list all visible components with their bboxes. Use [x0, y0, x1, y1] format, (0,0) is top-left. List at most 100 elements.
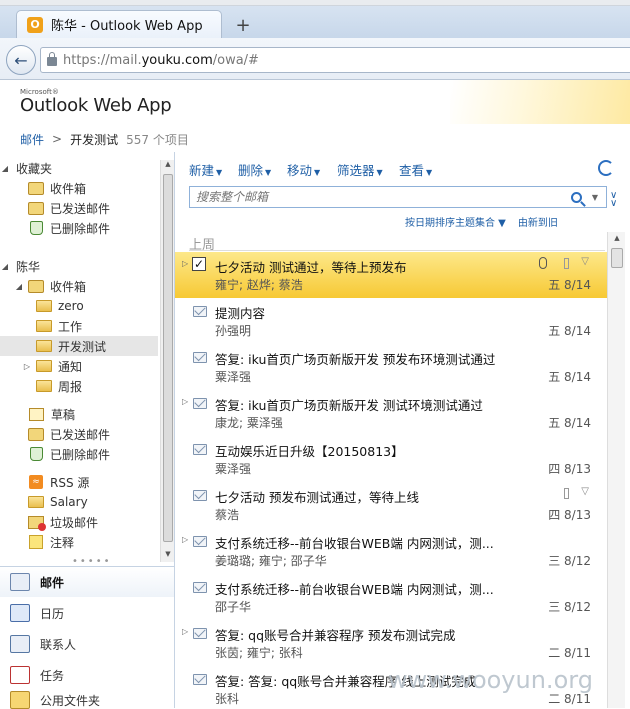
category-icon[interactable]: ▽ [581, 486, 589, 497]
favorites-header[interactable]: ◢ 收藏夹 [0, 158, 158, 178]
sidebar-item-junk[interactable]: 垃圾邮件 [0, 512, 158, 532]
tab-title: 陈华 - Outlook Web App [51, 19, 203, 34]
search-box[interactable]: ▼ [189, 186, 607, 208]
message-date: 三 8/12 [548, 554, 591, 568]
scroll-thumb[interactable] [611, 248, 623, 268]
url-prefix: https://mail. [63, 52, 142, 68]
scroll-up-icon[interactable]: ▲ [161, 160, 175, 172]
module-contacts[interactable]: 联系人 [0, 629, 174, 659]
message-date: 四 8/13 [548, 462, 591, 476]
folder-scrollbar[interactable]: ▲ ▼ [160, 160, 174, 562]
message-row[interactable]: ▷ 支付系统迁移--前台收银台WEB端 内网测试，测... 姜璐璐; 雍宁; 邵… [175, 528, 607, 574]
envelope-icon [193, 490, 207, 501]
new-button[interactable]: 新建 ▼ [189, 160, 222, 178]
trash-icon [30, 221, 43, 235]
new-tab-button[interactable]: + [232, 16, 254, 36]
toolbar: 新建 ▼ 删除 ▼ 移动 ▼ 筛选器 ▼ 查看 ▼ [175, 152, 630, 186]
module-tasks[interactable]: 任务 [0, 660, 174, 690]
delete-button[interactable]: 删除 ▼ [238, 160, 271, 178]
envelope-icon [193, 444, 207, 455]
outlook-icon: O [27, 16, 43, 33]
search-icon[interactable] [570, 191, 582, 203]
module-public-folders[interactable]: 公用文件夹 [0, 691, 174, 709]
expand-icon[interactable]: ▷ [182, 397, 188, 406]
scroll-thumb[interactable] [163, 174, 173, 542]
message-subject: 支付系统迁移--前台收银台WEB端 内网测试，测... [215, 582, 494, 597]
sidebar-item-deleted[interactable]: 已删除邮件 [0, 444, 158, 464]
chevron-down-icon[interactable]: ▼ [592, 193, 598, 202]
message-list-pane: 新建▼ 删除▼ 移动▼ 筛选器▼ 查看▼ ▼ ∨∨ 按日期排序主题集合 ▼ 由新… [175, 152, 630, 708]
message-row[interactable]: 七夕活动 预发布测试通过，等待上线 ▽ 蔡浩 四 8/13 [175, 482, 607, 528]
category-icon[interactable]: ▽ [581, 256, 589, 267]
url-field[interactable]: https://mail. youku.com/owa/# [40, 47, 630, 73]
message-row[interactable]: 答复: iku首页广场页新版开发 预发布环境测试通过 粟泽强 五 8/14 [175, 344, 607, 390]
sidebar-item-dev-test[interactable]: 开发测试 [0, 336, 158, 356]
double-chevron-down-icon[interactable]: ∨ ∨ [610, 191, 617, 209]
message-subject: 互动娱乐近日升级【20150813】 [215, 444, 404, 459]
sidebar-item-sent[interactable]: 已发送邮件 [0, 424, 158, 444]
flag-icon[interactable] [564, 488, 569, 499]
view-button[interactable]: 查看 ▼ [399, 160, 432, 178]
envelope-icon [193, 398, 207, 409]
scroll-down-icon[interactable]: ▼ [161, 550, 175, 562]
move-button[interactable]: 移动 ▼ [287, 160, 320, 178]
favorites-deleted[interactable]: 已删除邮件 [0, 218, 158, 238]
collapse-icon[interactable]: ◢ [0, 164, 10, 173]
sidebar-item-rss[interactable]: ≈ RSS 源 [0, 472, 158, 492]
sort-order-link[interactable]: 由新到旧 [518, 214, 558, 229]
breadcrumb-root-link[interactable]: 邮件 [20, 131, 44, 148]
folder-icon [36, 300, 52, 312]
chevron-down-icon: ▼ [314, 168, 321, 177]
module-mail[interactable]: 邮件 [0, 567, 174, 597]
message-row[interactable]: 提测内容 孙强明 五 8/14 [175, 298, 607, 344]
sent-icon [28, 427, 44, 441]
flag-icon[interactable] [564, 258, 569, 269]
item-count: 557 个项目 [126, 132, 189, 147]
sidebar-item-notes[interactable]: 注释 [0, 532, 158, 552]
sidebar-item-work[interactable]: 工作 [0, 316, 158, 336]
back-button[interactable]: ← [6, 45, 36, 75]
message-row[interactable]: 支付系统迁移--前台收银台WEB端 内网测试，测... 邵子华 三 8/12 [175, 574, 607, 620]
message-from: 张茵; 雍宁; 张科 [215, 646, 303, 660]
message-row[interactable]: 互动娱乐近日升级【20150813】 粟泽强 四 8/13 [175, 436, 607, 482]
brand-swoosh [450, 80, 630, 124]
sidebar-item-inbox[interactable]: ◢ 收件箱 [0, 276, 158, 296]
message-date: 三 8/12 [548, 600, 591, 614]
sidebar-item-zero[interactable]: zero [0, 296, 158, 316]
checkbox[interactable]: ✓ [192, 257, 206, 271]
sidebar-item-drafts[interactable]: 草稿 [0, 404, 158, 424]
account-header[interactable]: ◢ 陈华 [0, 256, 158, 276]
favorites-sent[interactable]: 已发送邮件 [0, 198, 158, 218]
calendar-icon [10, 604, 30, 622]
envelope-icon [193, 352, 207, 363]
collapse-icon[interactable]: ◢ [14, 282, 24, 291]
sidebar-item-notices[interactable]: ▷ 通知 [0, 356, 158, 376]
search-input[interactable] [190, 187, 571, 207]
sort-by-link[interactable]: 按日期排序主题集合 ▼ [405, 214, 506, 229]
message-list-scrollbar[interactable]: ▲ [607, 232, 625, 708]
sidebar-item-salary[interactable]: Salary [0, 492, 158, 512]
folder-icon [36, 320, 52, 332]
collapse-icon[interactable]: ◢ [0, 262, 10, 271]
module-calendar[interactable]: 日历 [0, 598, 174, 628]
back-arrow-icon: ← [14, 50, 28, 70]
sidebar-item-weekly[interactable]: 周报 [0, 376, 158, 396]
favorites-inbox[interactable]: 收件箱 [0, 178, 158, 198]
message-row[interactable]: ▷ ✓ 七夕活动 测试通过，等待上预发布 ▽ 雍宁; 赵烨; 蔡浩 五 8/14 [175, 252, 607, 298]
message-from: 邵子华 [215, 600, 252, 614]
message-row[interactable]: ▷ 答复: qq账号合并兼容程序 预发布测试完成 张茵; 雍宁; 张科 二 8/… [175, 620, 607, 666]
expand-icon[interactable]: ▷ [182, 259, 188, 268]
envelope-icon [193, 674, 207, 685]
scroll-up-icon[interactable]: ▲ [608, 234, 626, 242]
message-subject: 答复: qq账号合并兼容程序 预发布测试完成 [215, 628, 456, 643]
refresh-icon[interactable] [598, 160, 614, 176]
expand-icon[interactable]: ▷ [182, 627, 188, 636]
message-from: 蔡浩 [215, 508, 240, 522]
message-row[interactable]: ▷ 答复: iku首页广场页新版开发 测试环境测试通过 康龙; 粟泽强 五 8/… [175, 390, 607, 436]
expand-icon[interactable]: ▷ [182, 535, 188, 544]
expand-icon[interactable]: ▷ [22, 362, 32, 371]
filter-button[interactable]: 筛选器 ▼ [337, 160, 383, 178]
chevron-down-icon: ▼ [265, 168, 272, 177]
browser-tabbar: O 陈华 - Outlook Web App + [0, 6, 630, 38]
browser-tab[interactable]: O 陈华 - Outlook Web App [16, 10, 222, 38]
